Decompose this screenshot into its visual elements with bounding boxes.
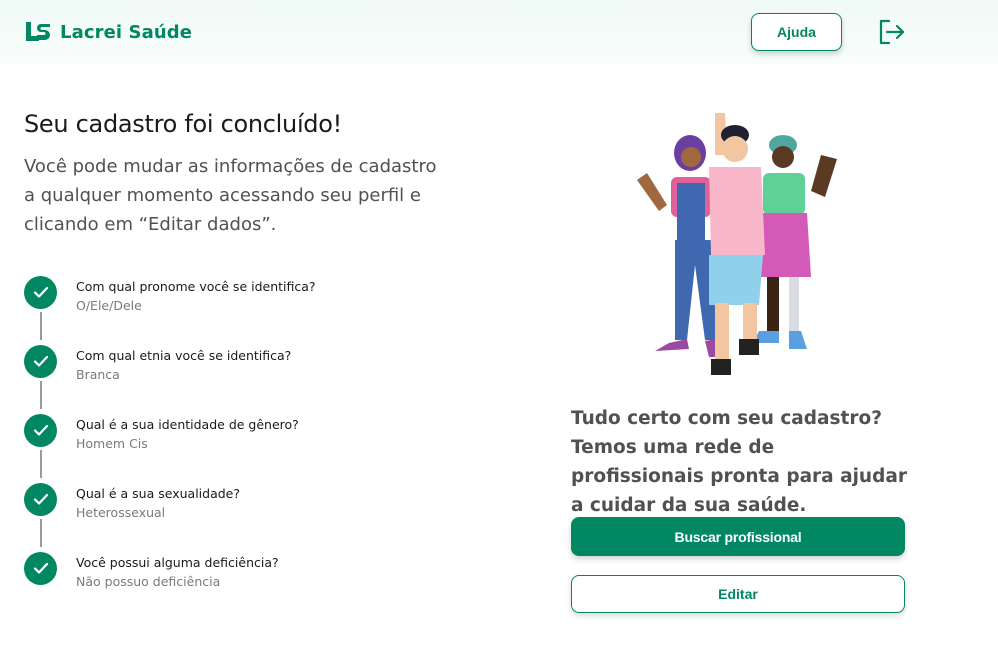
step-connector <box>40 312 42 340</box>
summary-question: Você possui alguma deficiência? <box>76 555 279 570</box>
summary-answer: Heterossexual <box>76 505 166 520</box>
lacrei-logo-icon <box>26 22 50 41</box>
summary-question: Com qual pronome você se identifica? <box>76 279 316 294</box>
registration-summary: Com qual pronome você se identifica? O/E… <box>24 276 444 621</box>
summary-question: Qual é a sua identidade de gênero? <box>76 417 299 432</box>
ready-message: Tudo certo com seu cadastro? Temos uma r… <box>571 408 907 516</box>
help-button[interactable]: Ajuda <box>751 13 842 51</box>
check-icon <box>24 552 57 585</box>
summary-item: Você possui alguma deficiência? Não poss… <box>24 552 444 621</box>
summary-item: Qual é a sua identidade de gênero? Homem… <box>24 414 444 483</box>
summary-answer: Branca <box>76 367 120 382</box>
check-icon <box>24 414 57 447</box>
edit-button[interactable]: Editar <box>571 575 905 613</box>
summary-question: Com qual etnia você se identifica? <box>76 348 292 363</box>
summary-item: Com qual pronome você se identifica? O/E… <box>24 276 444 345</box>
people-celebrating-illustration <box>637 113 837 375</box>
check-icon <box>24 276 57 309</box>
summary-answer: Não possuo deficiência <box>76 574 221 589</box>
summary-item: Qual é a sua sexualidade? Heterossexual <box>24 483 444 552</box>
step-connector <box>40 519 42 547</box>
step-connector <box>40 381 42 409</box>
brand-logo[interactable]: Lacrei Saúde <box>24 20 192 44</box>
brand-name: Lacrei Saúde <box>60 21 193 43</box>
summary-answer: O/Ele/Dele <box>76 298 142 313</box>
check-icon <box>24 483 57 516</box>
top-bar: Lacrei Saúde Ajuda <box>0 0 998 64</box>
summary-answer: Homem Cis <box>76 436 148 451</box>
step-connector <box>40 450 42 478</box>
summary-question: Qual é a sua sexualidade? <box>76 486 240 501</box>
logout-icon[interactable] <box>878 19 906 45</box>
search-professional-button[interactable]: Buscar profissional <box>571 517 905 556</box>
page-title: Seu cadastro foi concluído! <box>24 110 342 138</box>
summary-item: Com qual etnia você se identifica? Branc… <box>24 345 444 414</box>
check-icon <box>24 345 57 378</box>
lead-text: Você pode mudar as informações de cadast… <box>24 156 437 235</box>
